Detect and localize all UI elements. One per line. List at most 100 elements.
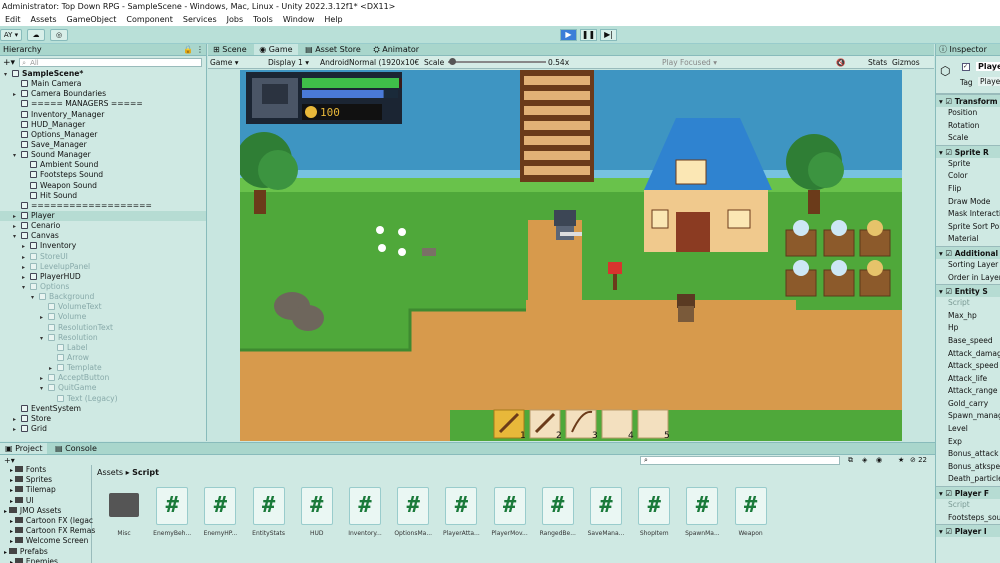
asset-script[interactable]: # SpawnMa... bbox=[678, 487, 726, 537]
tab-animator[interactable]: ⛭ Animator bbox=[368, 44, 424, 55]
project-folder[interactable]: ▸ Cartoon FX (legac bbox=[0, 516, 93, 526]
active-checkbox[interactable]: ✓ bbox=[962, 63, 970, 71]
menu-edit[interactable]: Edit bbox=[0, 15, 26, 24]
menu-gameobject[interactable]: GameObject bbox=[62, 15, 122, 24]
tab-game[interactable]: ◉ Game bbox=[254, 44, 298, 55]
asset-script[interactable]: # OptionsMa... bbox=[389, 487, 437, 537]
asset-script[interactable]: # RangedBe... bbox=[534, 487, 582, 537]
account-dropdown[interactable]: AY ▾ bbox=[0, 29, 22, 41]
hierarchy-item[interactable]: ▾ Resolution bbox=[0, 333, 206, 343]
tab-asset-store[interactable]: ▤ Asset Store bbox=[300, 44, 366, 55]
asset-script[interactable]: # PlayerMov... bbox=[486, 487, 534, 537]
hierarchy-item[interactable]: ▾ QuitGame bbox=[0, 383, 206, 393]
asset-script[interactable]: # PlayerAtta... bbox=[437, 487, 485, 537]
hierarchy-item[interactable]: Label bbox=[0, 343, 206, 353]
hierarchy-item[interactable]: ▸ Cenario bbox=[0, 221, 206, 231]
component-header[interactable]: ▾ ☑ Additional Settings bbox=[936, 245, 1000, 259]
scale-slider[interactable] bbox=[448, 61, 546, 63]
hierarchy-item[interactable]: ===== MANAGERS ===== bbox=[0, 99, 206, 109]
scale-slider-handle[interactable] bbox=[449, 58, 456, 65]
hierarchy-item[interactable]: ▸ Grid bbox=[0, 424, 206, 434]
play-button[interactable]: ▶ bbox=[560, 29, 577, 41]
asset-script[interactable]: # Inventory... bbox=[341, 487, 389, 537]
game-mode-dropdown[interactable]: Game ▾ bbox=[210, 57, 262, 68]
project-folder[interactable]: ▸ Welcome Screen bbox=[0, 536, 91, 546]
hierarchy-item[interactable]: ▸ StoreUI bbox=[0, 252, 206, 262]
cloud-icon[interactable]: ☁ bbox=[27, 29, 45, 41]
menu-services[interactable]: Services bbox=[178, 15, 222, 24]
component-header[interactable]: ▾ ☑ Entity S bbox=[936, 284, 1000, 298]
hierarchy-item[interactable]: ▸ AcceptButton bbox=[0, 373, 206, 383]
hierarchy-item[interactable]: ▸ Inventory bbox=[0, 241, 206, 251]
breadcrumb-script[interactable]: Script bbox=[132, 468, 159, 477]
hierarchy-item[interactable]: ▾ Options bbox=[0, 282, 206, 292]
component-header[interactable]: ▾ ☑ Transform bbox=[936, 94, 1000, 107]
asset-folder[interactable]: Misc bbox=[100, 487, 148, 537]
hierarchy-item[interactable]: Options_Manager bbox=[0, 130, 206, 140]
display-dropdown[interactable]: Display 1 ▾ bbox=[268, 57, 316, 68]
filter-log-icon[interactable]: ◉ bbox=[876, 456, 882, 464]
tag-dropdown[interactable]: Player bbox=[978, 77, 1000, 86]
menu-window[interactable]: Window bbox=[278, 15, 320, 24]
hierarchy-item[interactable]: HUD_Manager bbox=[0, 120, 206, 130]
add-icon[interactable]: +▾ bbox=[0, 58, 15, 68]
hierarchy-search[interactable]: ⌕ All bbox=[19, 58, 202, 67]
lock-icon[interactable]: 🔒 bbox=[183, 44, 193, 56]
resolution-dropdown[interactable]: AndroidNormal (1920x10€ bbox=[320, 57, 420, 68]
gizmos-dropdown[interactable]: Gizmos bbox=[892, 57, 920, 68]
hierarchy-item[interactable]: Save_Manager bbox=[0, 140, 206, 150]
hierarchy-item[interactable]: Text (Legacy) bbox=[0, 394, 206, 404]
project-folder[interactable]: ▸ Prefabs bbox=[0, 547, 91, 557]
project-folder[interactable]: ▸ Enemies bbox=[0, 557, 91, 563]
hierarchy-item[interactable]: ▸ Volume bbox=[0, 312, 206, 322]
hierarchy-item[interactable]: =================== bbox=[0, 201, 206, 211]
hidden-count[interactable]: ⊘ 22 bbox=[910, 456, 927, 464]
project-folder[interactable]: ▸ Fonts bbox=[0, 465, 91, 475]
filter-label-icon[interactable]: ◈ bbox=[862, 456, 867, 464]
menu-component[interactable]: Component bbox=[121, 15, 177, 24]
hierarchy-item[interactable]: Weapon Sound bbox=[0, 181, 206, 191]
hierarchy-item[interactable]: Inventory_Manager bbox=[0, 110, 206, 120]
hierarchy-item[interactable]: Arrow bbox=[0, 353, 206, 363]
asset-script[interactable]: # EnemyBeh... bbox=[148, 487, 196, 537]
menu-tools[interactable]: Tools bbox=[248, 15, 278, 24]
breadcrumb-assets[interactable]: Assets bbox=[97, 468, 123, 477]
tab-console[interactable]: ▤ Console bbox=[50, 443, 102, 454]
more-icon[interactable]: ⋮ bbox=[196, 44, 204, 56]
hierarchy-item[interactable]: ▸ Player bbox=[0, 210, 206, 222]
hierarchy-item[interactable]: ▾ Background bbox=[0, 292, 206, 302]
hierarchy-tab[interactable]: Hierarchy bbox=[3, 45, 42, 54]
project-folder[interactable]: ▸ JMO Assets bbox=[0, 506, 91, 516]
hierarchy-item[interactable]: Footsteps Sound bbox=[0, 170, 206, 180]
project-folder[interactable]: ▸ UI bbox=[0, 496, 91, 506]
asset-script[interactable]: # EnemyHP... bbox=[196, 487, 244, 537]
component-header[interactable]: ▾ ☑ Sprite R bbox=[936, 144, 1000, 158]
stats-button[interactable]: Stats bbox=[868, 57, 887, 68]
asset-script[interactable]: # ShopItem bbox=[630, 487, 678, 537]
hierarchy-item[interactable]: ResolutionText bbox=[0, 323, 206, 333]
menu-help[interactable]: Help bbox=[319, 15, 347, 24]
component-header[interactable]: ▾ ☑ Player I bbox=[936, 524, 1000, 538]
hierarchy-item[interactable]: ▸ LevelupPanel bbox=[0, 262, 206, 272]
hierarchy-item[interactable]: Main Camera bbox=[0, 79, 206, 89]
object-name-field[interactable]: Player bbox=[976, 62, 1000, 71]
hierarchy-item[interactable]: ▾ Sound Manager bbox=[0, 150, 206, 160]
project-folder[interactable]: ▸ Sprites bbox=[0, 475, 91, 485]
mute-icon[interactable]: 🔇 bbox=[836, 57, 845, 68]
asset-script[interactable]: # EntityStats bbox=[245, 487, 293, 537]
hierarchy-item[interactable]: VolumeText bbox=[0, 302, 206, 312]
step-button[interactable]: ▶| bbox=[600, 29, 617, 41]
project-search[interactable]: ⌕ bbox=[640, 456, 840, 465]
hierarchy-item[interactable]: ▾ Canvas bbox=[0, 231, 206, 241]
filter-type-icon[interactable]: ⧉ bbox=[848, 456, 853, 465]
hierarchy-item[interactable]: ▸ Camera Boundaries bbox=[0, 89, 206, 99]
play-focused-dropdown[interactable]: Play Focused ▾ bbox=[662, 57, 717, 68]
favorite-icon[interactable]: ★ bbox=[898, 456, 904, 464]
tab-scene[interactable]: ⊞ Scene bbox=[208, 44, 252, 55]
asset-script[interactable]: # Weapon bbox=[727, 487, 775, 537]
collab-icon[interactable]: ◎ bbox=[50, 29, 68, 41]
component-header[interactable]: ▾ ☑ Player F bbox=[936, 486, 1000, 500]
add-asset-icon[interactable]: +▾ bbox=[4, 456, 15, 465]
hierarchy-item[interactable]: ▸ Store bbox=[0, 414, 206, 424]
asset-script[interactable]: # SaveMana... bbox=[582, 487, 630, 537]
